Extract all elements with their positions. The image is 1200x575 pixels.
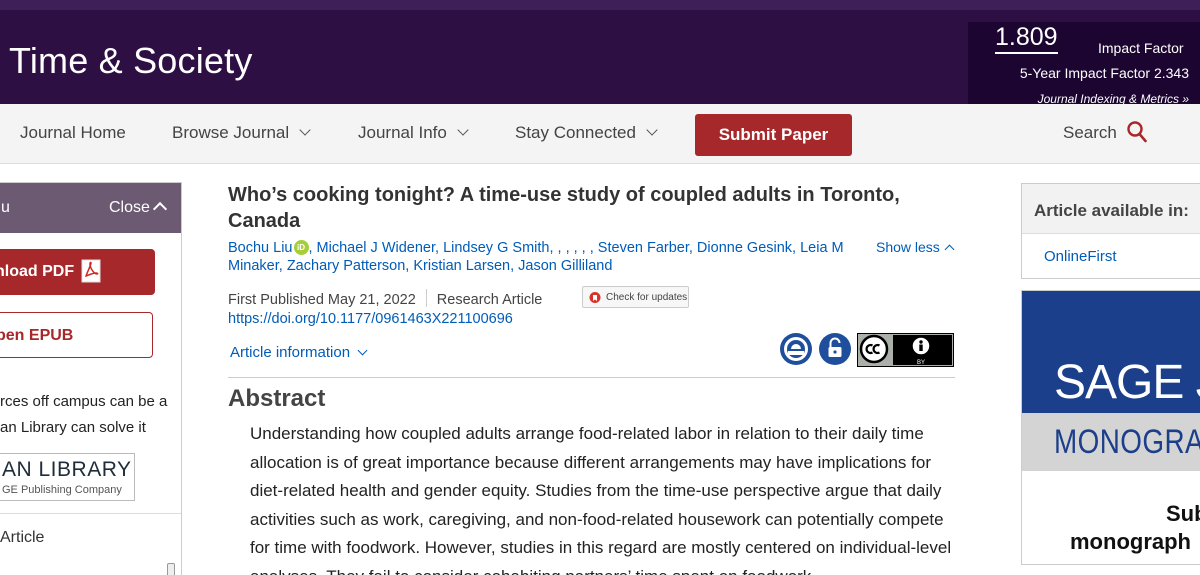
off-campus-access-text: rces off campus can be a an Library can … <box>0 393 168 436</box>
article-availability-box: Article available in: OnlineFirst <box>1021 183 1200 279</box>
chevron-up-icon[interactable] <box>152 201 168 217</box>
panel-close-button[interactable]: Close <box>109 199 150 217</box>
article-main: Who’s cooking tonight? A time-use study … <box>228 182 956 575</box>
five-year-impact-factor: 5-Year Impact Factor 2.343 <box>1019 65 1189 81</box>
check-for-updates-label: Check for updates <box>606 292 688 303</box>
library-logo-subtitle: GE Publishing Company <box>2 484 122 496</box>
ad-sage-text: SAGE J <box>1054 356 1200 409</box>
abstract-text: Understanding how coupled adults arrange… <box>250 424 952 575</box>
crossmark-icon <box>589 292 601 303</box>
open-access-lock-icon[interactable] <box>818 332 852 366</box>
chevron-up-icon <box>944 244 955 255</box>
article-title: Who’s cooking tonight? A time-use study … <box>228 184 900 232</box>
author-links-rest[interactable]: , Michael J Widener, Lindsey G Smith, , … <box>228 240 844 274</box>
nav-journal-info[interactable]: Journal Info <box>358 123 469 143</box>
abstract-heading: Abstract <box>228 385 326 412</box>
download-pdf-label: nload PDF <box>0 263 75 280</box>
panel-header: u Close <box>0 183 181 233</box>
creative-commons-by-icon[interactable]: BY <box>857 333 954 367</box>
search-link[interactable]: Search <box>1063 123 1117 143</box>
nav-journal-info-label: Journal Info <box>358 123 447 142</box>
nav-browse-journal-label: Browse Journal <box>172 123 290 142</box>
panel-scrollbar[interactable] <box>167 563 175 575</box>
panel-divider <box>0 513 181 514</box>
online-first-link[interactable]: OnlineFirst <box>1044 248 1117 265</box>
panel-article-section[interactable]: Article <box>0 529 44 547</box>
article-information-toggle[interactable]: Article information <box>230 344 368 361</box>
open-epub-button[interactable]: pen EPUB <box>0 312 153 358</box>
nav-browse-journal[interactable]: Browse Journal <box>172 123 311 143</box>
ad-sub-text: Sub <box>1166 501 1200 526</box>
show-less-toggle[interactable]: Show less <box>876 239 955 255</box>
doi-link[interactable]: https://doi.org/10.1177/0961463X22110069… <box>228 311 513 327</box>
section-divider <box>228 377 955 378</box>
author-link[interactable]: Bochu Liu <box>228 240 293 256</box>
article-type: Research Article <box>436 292 543 308</box>
journal-header: Time & Society 1.809 Impact Factor 5-Yea… <box>0 0 1200 114</box>
chevron-down-icon <box>299 124 311 136</box>
panel-header-label: u <box>1 199 10 216</box>
availability-title: Article available in: <box>1034 201 1189 220</box>
journal-title[interactable]: Time & Society <box>9 40 253 82</box>
pdf-icon <box>81 259 101 283</box>
library-logo-name: AN LIBRARY <box>2 458 132 481</box>
sage-monographs-ad[interactable]: SAGE J MONOGRAPHS Sub monograph <box>1021 290 1200 565</box>
show-less-label: Show less <box>876 239 940 255</box>
open-epub-label: pen EPUB <box>0 327 74 344</box>
author-list: Bochu Liu iD, Michael J Widener, Lindsey … <box>228 239 868 275</box>
ad-monographs-text: MONOGRAPHS <box>1054 423 1200 461</box>
publication-info: First Published May 21, 2022 Research Art… <box>228 289 542 308</box>
first-published-date: First Published May 21, 2022 <box>228 292 416 308</box>
search-icon[interactable] <box>1127 121 1147 143</box>
ad-monograph-text: monograph <box>1070 529 1191 554</box>
impact-factor-label: Impact Factor <box>1098 40 1184 56</box>
availability-header: Article available in: <box>1022 184 1200 234</box>
submit-paper-button[interactable]: Submit Paper <box>695 114 852 156</box>
article-information-label: Article information <box>230 344 351 361</box>
download-pdf-button[interactable]: nload PDF <box>0 249 155 295</box>
nav-journal-home[interactable]: Journal Home <box>20 123 126 143</box>
orcid-icon[interactable]: iD <box>293 240 309 255</box>
chevron-down-icon <box>357 345 368 356</box>
journal-nav: Journal Home Browse Journal Journal Info… <box>0 104 1200 164</box>
chevron-down-icon <box>457 124 469 136</box>
impact-factor-value: 1.809 <box>995 24 1058 54</box>
nav-stay-connected-label: Stay Connected <box>515 123 636 142</box>
open-choice-icon[interactable] <box>779 332 813 366</box>
divider <box>425 289 427 307</box>
nav-stay-connected[interactable]: Stay Connected <box>515 123 658 143</box>
impact-metrics: 1.809 Impact Factor 5-Year Impact Factor… <box>968 22 1200 114</box>
svg-text:BY: BY <box>917 360 925 366</box>
article-tools-panel: u Close nload PDF pen EPUB rces off camp… <box>0 182 182 575</box>
check-for-updates-button[interactable]: Check for updates <box>582 286 689 308</box>
chevron-down-icon <box>646 124 658 136</box>
sage-library-logo[interactable]: AN LIBRARY GE Publishing Company <box>0 453 135 501</box>
